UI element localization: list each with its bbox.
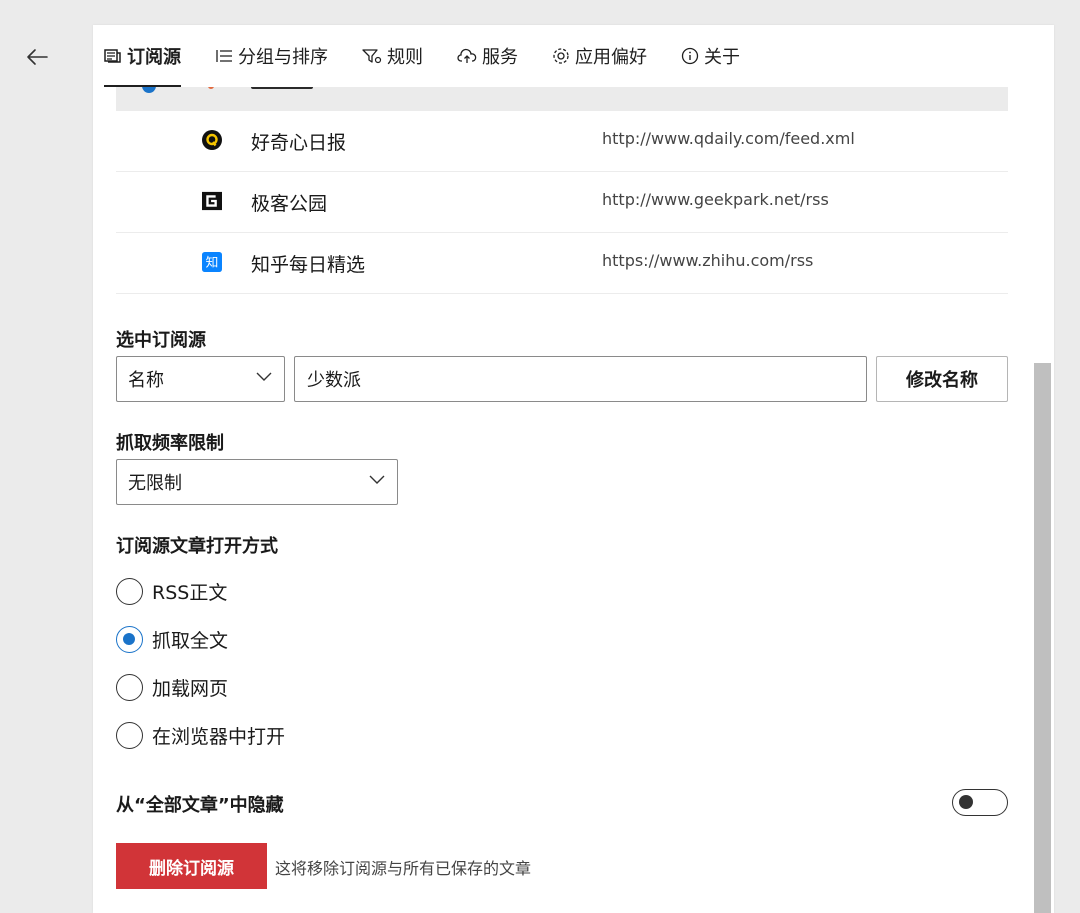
tab-feeds[interactable]: 订阅源 bbox=[104, 25, 181, 87]
radio-circle bbox=[116, 722, 143, 749]
back-button[interactable] bbox=[22, 42, 52, 72]
tab-preferences-label: 应用偏好 bbox=[575, 47, 647, 68]
feed-icon bbox=[104, 48, 122, 64]
feed-row[interactable]: 好奇心日报 http://www.qdaily.com/feed.xml bbox=[116, 111, 1008, 172]
feed-name: 知乎每日精选 bbox=[251, 254, 366, 276]
frequency-select[interactable]: 无限制 bbox=[116, 459, 398, 505]
feed-url: http://www.qdaily.com/feed.xml bbox=[602, 129, 855, 148]
tab-preferences[interactable]: 应用偏好 bbox=[552, 25, 647, 87]
scrollbar-thumb[interactable] bbox=[1034, 363, 1051, 913]
radio-load-webpage[interactable]: 加载网页 bbox=[116, 674, 228, 701]
delete-hint: 这将移除订阅源与所有已保存的文章 bbox=[275, 859, 532, 878]
feed-name: 好奇心日报 bbox=[251, 132, 347, 154]
radio-label: 在浏览器中打开 bbox=[152, 726, 286, 748]
hide-toggle[interactable] bbox=[952, 789, 1008, 816]
radio-label: 加载网页 bbox=[152, 678, 229, 700]
info-icon bbox=[681, 47, 699, 65]
tab-rules-label: 规则 bbox=[387, 47, 423, 68]
selected-feed-row[interactable] bbox=[116, 87, 1008, 111]
cloud-icon bbox=[457, 48, 477, 64]
zhihu-icon: 知 bbox=[202, 252, 222, 272]
check-icon bbox=[142, 87, 156, 93]
feed-row[interactable]: 极客公园 http://www.geekpark.net/rss bbox=[116, 172, 1008, 233]
feed-name-input-value: 少数派 bbox=[307, 370, 361, 391]
feed-url: http://www.geekpark.net/rss bbox=[602, 190, 829, 209]
tab-about[interactable]: 关于 bbox=[681, 25, 740, 87]
geekpark-icon bbox=[202, 191, 222, 211]
delete-feed-button[interactable]: 删除订阅源 bbox=[116, 843, 267, 889]
gear-icon bbox=[552, 47, 570, 65]
radio-full-content[interactable]: 抓取全文 bbox=[116, 626, 228, 653]
rename-button[interactable]: 修改名称 bbox=[876, 356, 1008, 402]
toggle-knob bbox=[959, 795, 973, 809]
tab-services[interactable]: 服务 bbox=[457, 25, 518, 87]
frequency-title: 抓取频率限制 bbox=[116, 433, 224, 454]
chevron-down-icon bbox=[369, 475, 385, 484]
tab-rules[interactable]: 规则 bbox=[362, 25, 423, 87]
field-select[interactable]: 名称 bbox=[116, 356, 285, 402]
tab-about-label: 关于 bbox=[704, 47, 740, 68]
radio-circle bbox=[116, 674, 143, 701]
hide-title: 从“全部文章”中隐藏 bbox=[116, 795, 284, 816]
field-select-value: 名称 bbox=[128, 370, 164, 391]
filter-icon bbox=[362, 48, 382, 64]
feed-row[interactable]: 知 知乎每日精选 https://www.zhihu.com/rss bbox=[116, 233, 1008, 294]
radio-circle bbox=[116, 626, 143, 653]
selected-feed-title: 选中订阅源 bbox=[116, 330, 206, 351]
radio-rss-content[interactable]: RSS正文 bbox=[116, 578, 227, 605]
feed-url: https://www.zhihu.com/rss bbox=[602, 251, 814, 270]
feed-name: 极客公园 bbox=[251, 193, 328, 215]
svg-text:知: 知 bbox=[206, 255, 219, 270]
tab-groups[interactable]: 分组与排序 bbox=[215, 25, 328, 87]
tab-services-label: 服务 bbox=[482, 47, 518, 68]
radio-open-in-browser[interactable]: 在浏览器中打开 bbox=[116, 722, 285, 749]
qdaily-icon bbox=[202, 130, 222, 150]
feed-favicon bbox=[208, 87, 214, 89]
open-mode-title: 订阅源文章打开方式 bbox=[116, 536, 278, 557]
radio-label: RSS正文 bbox=[152, 582, 228, 604]
tab-feeds-label: 订阅源 bbox=[127, 47, 181, 68]
radio-circle bbox=[116, 578, 143, 605]
tab-groups-label: 分组与排序 bbox=[238, 47, 328, 68]
list-icon bbox=[215, 48, 233, 64]
top-nav: 订阅源 分组与排序 规则 服务 应用偏好 关于 bbox=[93, 25, 1054, 87]
feed-name-clipped bbox=[251, 87, 313, 89]
chevron-down-icon bbox=[256, 372, 272, 381]
frequency-select-value: 无限制 bbox=[128, 473, 182, 494]
radio-label: 抓取全文 bbox=[152, 630, 229, 652]
arrow-left-icon bbox=[27, 49, 48, 65]
settings-panel: 订阅源 分组与排序 规则 服务 应用偏好 关于 好奇心日报 http://www… bbox=[93, 25, 1054, 913]
feed-name-input[interactable]: 少数派 bbox=[294, 356, 867, 402]
feed-list: 好奇心日报 http://www.qdaily.com/feed.xml 极客公… bbox=[116, 87, 1008, 294]
